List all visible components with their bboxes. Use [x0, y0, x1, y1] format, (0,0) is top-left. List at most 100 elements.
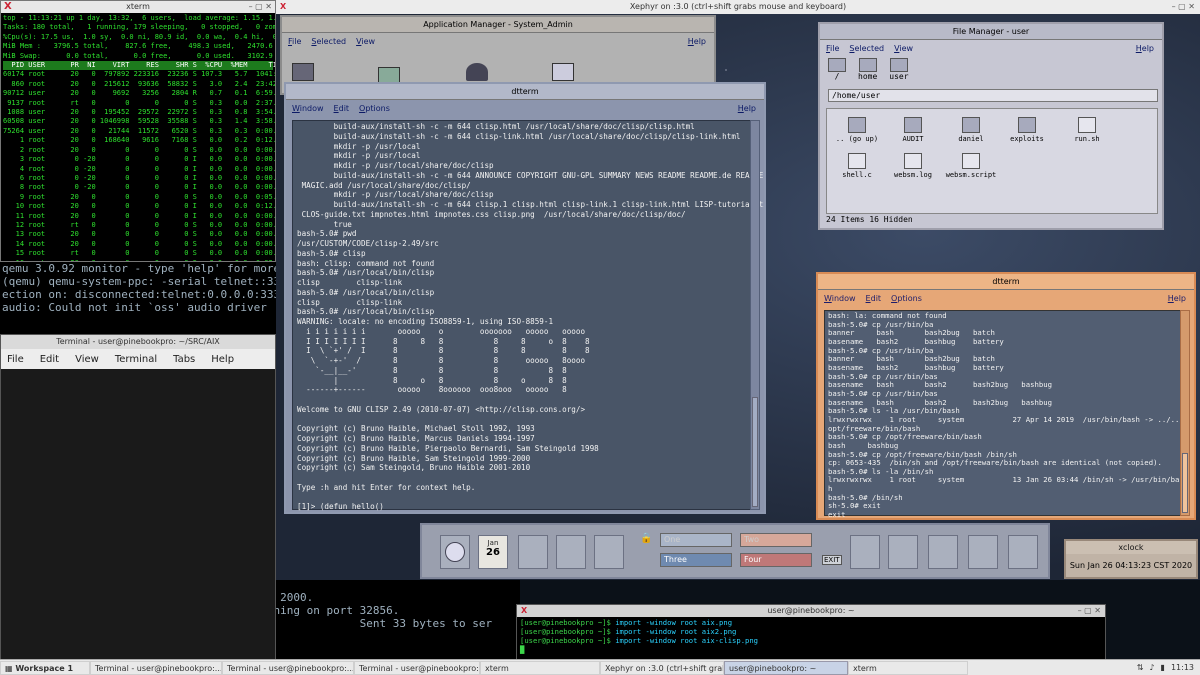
xterm-titlebar[interactable]: X xterm – ▢ ✕	[1, 1, 275, 13]
menu-edit[interactable]: Edit	[866, 294, 882, 303]
menu-tabs[interactable]: Tabs	[173, 354, 195, 365]
menu-edit[interactable]: Edit	[334, 104, 350, 113]
file-item-daniel[interactable]: daniel	[941, 117, 1001, 143]
menu-file[interactable]: File	[288, 37, 301, 46]
workspace-switcher[interactable]: ▦ Workspace 1	[0, 660, 90, 675]
menu-help[interactable]: Help	[211, 354, 234, 365]
breadcrumb-home[interactable]: home	[858, 58, 877, 81]
xterm-top-window[interactable]: X xterm – ▢ ✕ top - 11:13:21 up 1 day, 1…	[0, 0, 276, 262]
scrollbar-thumb[interactable]	[1182, 453, 1188, 513]
taskbar-item-terminal-1[interactable]: Terminal - user@pinebookpro:...	[90, 660, 222, 675]
dtterm-orange-window[interactable]: dtterm Window Edit Options Help bash: la…	[816, 272, 1196, 520]
menu-file[interactable]: File	[826, 44, 839, 53]
menu-help[interactable]: Help	[1136, 44, 1154, 53]
menu-help[interactable]: Help	[738, 104, 756, 113]
dtterm-main-screen[interactable]: build-aux/install-sh -c -m 644 clisp.htm…	[292, 120, 764, 511]
menu-file[interactable]: File	[7, 354, 24, 365]
terminal-titlebar[interactable]: Terminal - user@pinebookpro: ~/SRC/AIX	[1, 335, 275, 349]
taskbar-item-xterm-1[interactable]: xterm	[480, 660, 600, 675]
taskbar-item-xterm-2[interactable]: xterm	[848, 660, 968, 675]
printer-icon[interactable]	[850, 535, 880, 569]
workspace-one[interactable]: One	[660, 533, 732, 547]
mail-icon[interactable]	[594, 535, 624, 569]
window-controls-icon[interactable]: – ▢ ✕	[249, 1, 272, 13]
workspace-two[interactable]: Two	[740, 533, 812, 547]
xephyr-title: Xephyr on :3.0 (ctrl+shift grabs mouse a…	[629, 2, 847, 11]
clock-time[interactable]: 11:13	[1171, 663, 1194, 672]
file-manager-window[interactable]: File Manager - user File Selected View H…	[818, 22, 1164, 230]
breadcrumb-label: user	[889, 72, 909, 81]
file-manager-menubar: File Selected View Help	[820, 40, 1162, 56]
exit-button[interactable]: EXIT	[822, 555, 842, 565]
help-icon[interactable]	[968, 535, 998, 569]
breadcrumb-user[interactable]: user	[889, 58, 909, 81]
file-manager-titlebar[interactable]: File Manager - user	[820, 24, 1162, 40]
file-item-shell-c[interactable]: shell.c	[827, 153, 887, 179]
dtterm-orange-screen[interactable]: bash: la: command not found bash-5.0# cp…	[824, 310, 1184, 518]
file-item-run-sh[interactable]: run.sh	[1057, 117, 1117, 143]
breadcrumb-root[interactable]: /	[828, 58, 846, 81]
taskbar-item-pinebook-term[interactable]: user@pinebookpro: ~	[724, 660, 848, 675]
workspace-four[interactable]: Four	[740, 553, 812, 567]
file-item-websm-script[interactable]: websm.script	[941, 153, 1001, 179]
app-manager-icon[interactable]	[928, 535, 958, 569]
menu-help[interactable]: Help	[1168, 294, 1186, 303]
app-manager-menubar: File Selected View Help	[282, 33, 714, 49]
xclock-window[interactable]: xclock Sun Jan 26 04:13:23 CST 2020	[1064, 539, 1198, 579]
menu-view[interactable]: View	[356, 37, 375, 46]
app-network-icon[interactable]	[552, 63, 574, 81]
menu-view[interactable]: View	[75, 354, 99, 365]
scrollbar-thumb[interactable]	[752, 397, 758, 507]
menu-view[interactable]: View	[894, 44, 913, 53]
top-column-header: PID USER PR NI VIRT RES SHR S %CPU %MEM …	[3, 61, 276, 71]
menu-window[interactable]: Window	[292, 104, 324, 113]
folder-icon	[858, 58, 877, 72]
menu-selected[interactable]: Selected	[849, 44, 884, 53]
dtterm-main-scrollbar[interactable]	[750, 120, 760, 510]
trash-icon[interactable]	[1008, 535, 1038, 569]
taskbar-item-xephyr[interactable]: Xephyr on :3.0 (ctrl+shift grabs mo...	[600, 660, 724, 675]
app-tool-icon[interactable]	[292, 63, 314, 81]
menu-options[interactable]: Options	[359, 104, 390, 113]
menu-options[interactable]: Options	[891, 294, 922, 303]
taskbar-item-terminal-2[interactable]: Terminal - user@pinebookpro:...	[222, 660, 354, 675]
calendar-button[interactable]: Jan 26	[478, 535, 508, 569]
menu-terminal[interactable]: Terminal	[115, 354, 157, 365]
file-item-websm-log[interactable]: websm.log	[883, 153, 943, 179]
script-icon	[1078, 117, 1096, 133]
path-field[interactable]: /home/user	[828, 89, 1158, 102]
menu-window[interactable]: Window	[824, 294, 856, 303]
file-item-exploits[interactable]: exploits	[997, 117, 1057, 143]
xclock-titlebar[interactable]: xclock	[1066, 541, 1196, 554]
network-icon[interactable]: ⇅	[1137, 663, 1144, 672]
window-controls-icon[interactable]: – ▢ ✕	[1172, 0, 1195, 14]
calendar-day: 26	[486, 547, 500, 558]
dtterm-orange-scrollbar[interactable]	[1180, 310, 1190, 516]
menu-selected[interactable]: Selected	[311, 37, 346, 46]
file-manager-icon[interactable]	[518, 535, 548, 569]
xephyr-titlebar[interactable]: X Xephyr on :3.0 (ctrl+shift grabs mouse…	[276, 0, 1200, 14]
text-editor-icon[interactable]	[556, 535, 586, 569]
app-user-icon[interactable]	[466, 63, 488, 81]
terminal-window-left[interactable]: Terminal - user@pinebookpro: ~/SRC/AIX F…	[0, 334, 276, 674]
dtterm-main-titlebar[interactable]: dtterm	[286, 84, 764, 100]
app-manager-titlebar[interactable]: Application Manager - System_Admin	[282, 17, 714, 33]
window-controls-icon[interactable]: – ▢ ✕	[1078, 605, 1101, 617]
file-list: .. (go up) AUDIT daniel exploits run.sh …	[826, 108, 1158, 214]
dtterm-orange-titlebar[interactable]: dtterm	[818, 274, 1194, 290]
workspace-three[interactable]: Three	[660, 553, 732, 567]
menu-edit[interactable]: Edit	[40, 354, 59, 365]
battery-icon[interactable]: ▮	[1161, 663, 1165, 672]
style-manager-icon[interactable]	[888, 535, 918, 569]
pinebook-terminal-window[interactable]: X user@pinebookpro: ~ – ▢ ✕ [user@pinebo…	[516, 604, 1106, 660]
taskbar-item-terminal-3[interactable]: Terminal - user@pinebookpro:...	[354, 660, 480, 675]
file-item-audit[interactable]: AUDIT	[883, 117, 943, 143]
lock-icon[interactable]: 🔒	[640, 533, 652, 544]
menu-help[interactable]: Help	[688, 37, 706, 46]
qemu-console-top-text: qemu 3.0.92 monitor - type 'help' for mo…	[2, 262, 294, 314]
dtterm-main-window[interactable]: dtterm Window Edit Options Help build-au…	[284, 82, 766, 514]
volume-icon[interactable]: ♪	[1149, 663, 1154, 672]
pinebook-terminal-titlebar[interactable]: X user@pinebookpro: ~ – ▢ ✕	[517, 605, 1105, 617]
file-item-go-up[interactable]: .. (go up)	[827, 117, 887, 143]
clock-icon[interactable]	[440, 535, 470, 569]
